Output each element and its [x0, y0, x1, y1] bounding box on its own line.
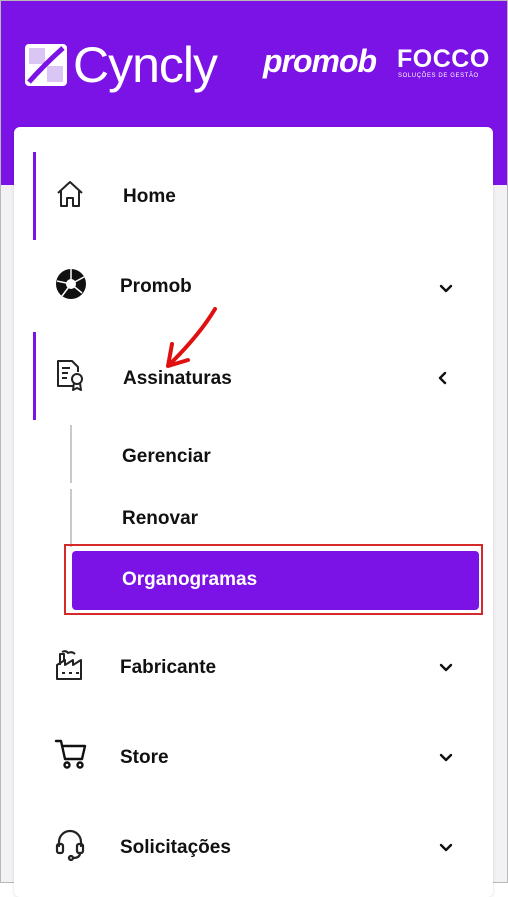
- chevron-down-icon: [434, 276, 458, 300]
- submenu-item-renovar[interactable]: Renovar: [122, 508, 198, 530]
- sidebar-item-label: Solicitações: [120, 837, 231, 858]
- factory-icon: [54, 648, 90, 684]
- headset-icon: [54, 828, 90, 864]
- brand-name: Cyncly: [73, 37, 218, 93]
- highlight-annotation-box: [64, 544, 483, 615]
- sidebar-item-label: Store: [120, 747, 169, 768]
- chevron-down-icon: [434, 655, 458, 679]
- sidebar-item-fabricante[interactable]: Fabricante: [14, 622, 493, 712]
- home-icon: [54, 178, 90, 214]
- submenu-item-gerenciar[interactable]: Gerenciar: [122, 446, 211, 468]
- active-indicator: [33, 152, 36, 240]
- submenu-line: [70, 425, 72, 483]
- cart-icon: [54, 737, 90, 773]
- cyncly-logo-icon: [25, 44, 67, 86]
- sidebar-item-promob[interactable]: Promob: [14, 242, 493, 332]
- sidebar-item-label: Promob: [120, 276, 192, 297]
- focco-logo: FOCCO: [397, 45, 490, 73]
- sidebar-item-label: Fabricante: [120, 657, 217, 678]
- sidebar-item-store[interactable]: Store: [14, 712, 493, 802]
- chevron-down-icon: [434, 745, 458, 769]
- promob-logo: promob: [263, 43, 377, 79]
- sidebar-item-assinaturas[interactable]: Assinaturas: [14, 332, 493, 422]
- certificate-icon: [54, 358, 90, 394]
- active-indicator: [33, 332, 36, 420]
- sidebar-item-home[interactable]: Home: [14, 152, 493, 242]
- sidebar-item-label: Home: [123, 186, 176, 207]
- cyncly-logo: Cyncly: [25, 37, 218, 93]
- annotation-arrow-icon: [160, 304, 220, 374]
- chevron-left-icon: [431, 366, 455, 390]
- chevron-down-icon: [434, 835, 458, 859]
- focco-tagline: SOLUÇÕES DE GESTÃO: [398, 73, 479, 79]
- promob-icon: [54, 267, 90, 303]
- submenu-line: [70, 489, 72, 547]
- sidebar-item-solicitacoes[interactable]: Solicitações: [14, 802, 493, 892]
- sidebar-panel: Home Promob Assinaturas Gerenciar Renova…: [14, 127, 493, 897]
